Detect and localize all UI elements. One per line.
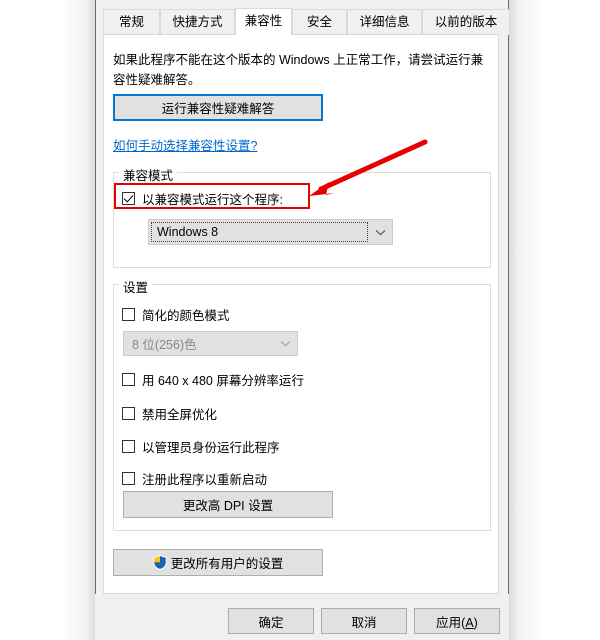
run-troubleshooter-button[interactable]: 运行兼容性疑难解答 bbox=[113, 94, 323, 121]
manual-compatibility-help-link[interactable]: 如何手动选择兼容性设置? bbox=[113, 135, 257, 154]
tab-general[interactable]: 常规 bbox=[103, 9, 160, 35]
checkbox-640x480-box[interactable] bbox=[122, 373, 135, 386]
apply-button-label: 应用(A) bbox=[436, 615, 478, 630]
apply-button[interactable]: 应用(A) bbox=[414, 608, 500, 634]
compatibility-mode-group-title: 兼容模式 bbox=[119, 165, 178, 184]
dialog-border-left bbox=[95, 0, 96, 640]
chevron-down-icon[interactable] bbox=[273, 340, 297, 347]
color-depth-combobox[interactable]: 8 位(256)色 bbox=[123, 331, 298, 356]
checkbox-reduced-color-mode[interactable]: 简化的颜色模式 bbox=[122, 305, 230, 324]
cancel-button[interactable]: 取消 bbox=[321, 608, 407, 634]
checkbox-register-for-restart[interactable]: 注册此程序以重新启动 bbox=[122, 469, 267, 488]
uac-shield-icon bbox=[153, 555, 167, 570]
tab-compatibility[interactable]: 兼容性 bbox=[235, 8, 292, 35]
window-shadow-right bbox=[509, 0, 543, 640]
ok-button[interactable]: 确定 bbox=[228, 608, 314, 634]
settings-group-title: 设置 bbox=[119, 277, 153, 296]
change-high-dpi-settings-button[interactable]: 更改高 DPI 设置 bbox=[123, 491, 333, 518]
dialog-border-right bbox=[508, 0, 509, 640]
tab-previous-versions-label: 以前的版本 bbox=[434, 15, 498, 29]
tab-compatibility-label: 兼容性 bbox=[244, 14, 283, 28]
compatibility-mode-combobox[interactable]: Windows 8 bbox=[148, 219, 393, 245]
checkbox-disable-fullscreen-optimizations-label: 禁用全屏优化 bbox=[142, 408, 218, 422]
tab-strip: 常规 快捷方式 兼容性 安全 详细信息 以前的版本 bbox=[103, 8, 510, 35]
change-settings-for-all-users-button[interactable]: 更改所有用户的设置 bbox=[113, 549, 323, 576]
checkbox-register-for-restart-box[interactable] bbox=[122, 472, 135, 485]
compatibility-description: 如果此程序不能在这个版本的 Windows 上正常工作，请尝试运行兼容性疑难解答… bbox=[113, 53, 484, 87]
checkbox-run-compatibility-mode-label: 以兼容模式运行这个程序: bbox=[142, 193, 283, 207]
tab-details[interactable]: 详细信息 bbox=[347, 9, 422, 35]
checkbox-run-compatibility-mode-box[interactable] bbox=[122, 192, 135, 205]
checkbox-register-for-restart-label: 注册此程序以重新启动 bbox=[142, 473, 268, 487]
tab-previous-versions[interactable]: 以前的版本 bbox=[422, 9, 510, 35]
window-shadow-left bbox=[60, 0, 95, 640]
checkbox-reduced-color-mode-label: 简化的颜色模式 bbox=[142, 309, 230, 323]
chevron-down-icon[interactable] bbox=[368, 229, 392, 236]
tab-general-label: 常规 bbox=[118, 15, 144, 29]
checkbox-run-as-administrator[interactable]: 以管理员身份运行此程序 bbox=[122, 437, 280, 456]
checkbox-disable-fullscreen-optimizations-box[interactable] bbox=[122, 407, 135, 420]
checkbox-run-as-administrator-label: 以管理员身份运行此程序 bbox=[142, 441, 280, 455]
tab-security-label: 安全 bbox=[306, 15, 332, 29]
screenshot-root: 常规 快捷方式 兼容性 安全 详细信息 以前的版本 如果此程序不能在这个版本的 … bbox=[0, 0, 600, 640]
tab-shortcut[interactable]: 快捷方式 bbox=[160, 9, 235, 35]
tab-details-label: 详细信息 bbox=[359, 15, 410, 29]
checkbox-run-compatibility-mode[interactable]: 以兼容模式运行这个程序: bbox=[122, 189, 283, 208]
color-depth-value: 8 位(256)色 bbox=[132, 338, 197, 352]
change-all-users-button-content: 更改所有用户的设置 bbox=[114, 550, 322, 575]
checkbox-reduced-color-mode-box[interactable] bbox=[122, 308, 135, 321]
checkbox-disable-fullscreen-optimizations[interactable]: 禁用全屏优化 bbox=[122, 404, 217, 423]
checkbox-run-as-administrator-box[interactable] bbox=[122, 440, 135, 453]
tab-shortcut-label: 快捷方式 bbox=[172, 15, 223, 29]
tab-security[interactable]: 安全 bbox=[292, 9, 347, 35]
checkbox-640x480-label: 用 640 x 480 屏幕分辨率运行 bbox=[142, 374, 304, 388]
combobox-focus-ring bbox=[151, 222, 368, 242]
checkbox-640x480[interactable]: 用 640 x 480 屏幕分辨率运行 bbox=[122, 370, 304, 389]
change-settings-for-all-users-label: 更改所有用户的设置 bbox=[170, 557, 284, 571]
